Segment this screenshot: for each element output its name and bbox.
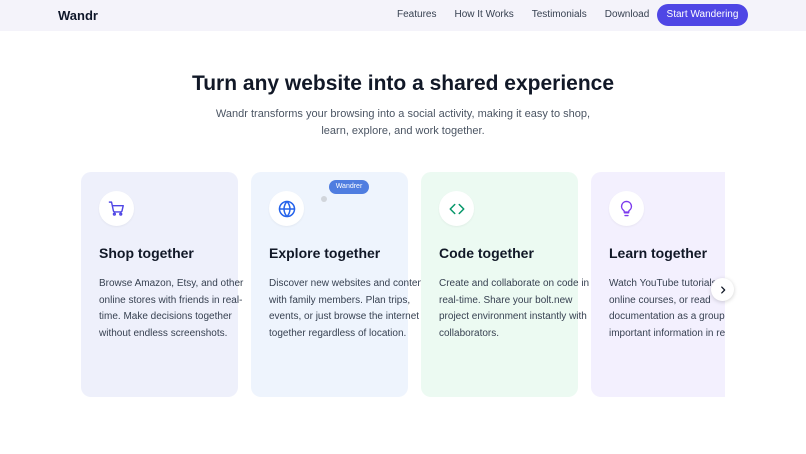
feature-carousel: Shop together Browse Amazon, Etsy, and o… bbox=[81, 172, 725, 397]
card-description: Create and collaborate on code in real-t… bbox=[439, 278, 590, 339]
nav-link-download[interactable]: Download bbox=[605, 9, 649, 20]
feature-card-code: Code together Create and collaborate on … bbox=[421, 172, 589, 397]
hero-subtitle: Wandr transforms your browsing into a so… bbox=[215, 108, 591, 137]
nav-link-how-it-works[interactable]: How It Works bbox=[454, 9, 513, 20]
carousel-next-button[interactable] bbox=[711, 278, 734, 301]
card-title: Code together bbox=[439, 245, 534, 261]
lightbulb-icon bbox=[609, 191, 644, 226]
feature-card-explore: Explore together Discover new websites a… bbox=[251, 172, 426, 397]
card-description: Watch YouTube tutorials, take online cou… bbox=[609, 278, 725, 339]
card-title: Learn together bbox=[609, 245, 708, 261]
chevron-right-icon bbox=[720, 285, 725, 294]
hero-title: Turn any website into a shared experienc… bbox=[191, 72, 615, 95]
nav-links: Features How It Works Testimonials Downl… bbox=[397, 9, 667, 20]
card-title: Explore together bbox=[269, 245, 381, 261]
shopping-cart-icon bbox=[99, 191, 134, 226]
card-description: Browse Amazon, Etsy, and other online st… bbox=[99, 278, 244, 339]
globe-icon bbox=[269, 191, 304, 226]
nav-link-features[interactable]: Features bbox=[397, 9, 436, 20]
brand-logo[interactable]: Wandr bbox=[58, 8, 98, 23]
cursor-icon bbox=[321, 196, 327, 202]
feature-card-shop: Shop together Browse Amazon, Etsy, and o… bbox=[81, 172, 243, 397]
card-title: Shop together bbox=[99, 245, 194, 261]
start-wandering-button[interactable]: Start Wandering bbox=[657, 4, 748, 26]
top-nav: Wandr Features How It Works Testimonials… bbox=[0, 0, 806, 31]
feature-card-learn: Learn together Watch YouTube tutorials, … bbox=[591, 172, 725, 397]
nav-link-testimonials[interactable]: Testimonials bbox=[532, 9, 587, 20]
code-icon bbox=[439, 191, 474, 226]
card-description: Discover new websites and content with f… bbox=[269, 278, 426, 339]
cursor-name-badge: Wandrer bbox=[329, 180, 369, 194]
